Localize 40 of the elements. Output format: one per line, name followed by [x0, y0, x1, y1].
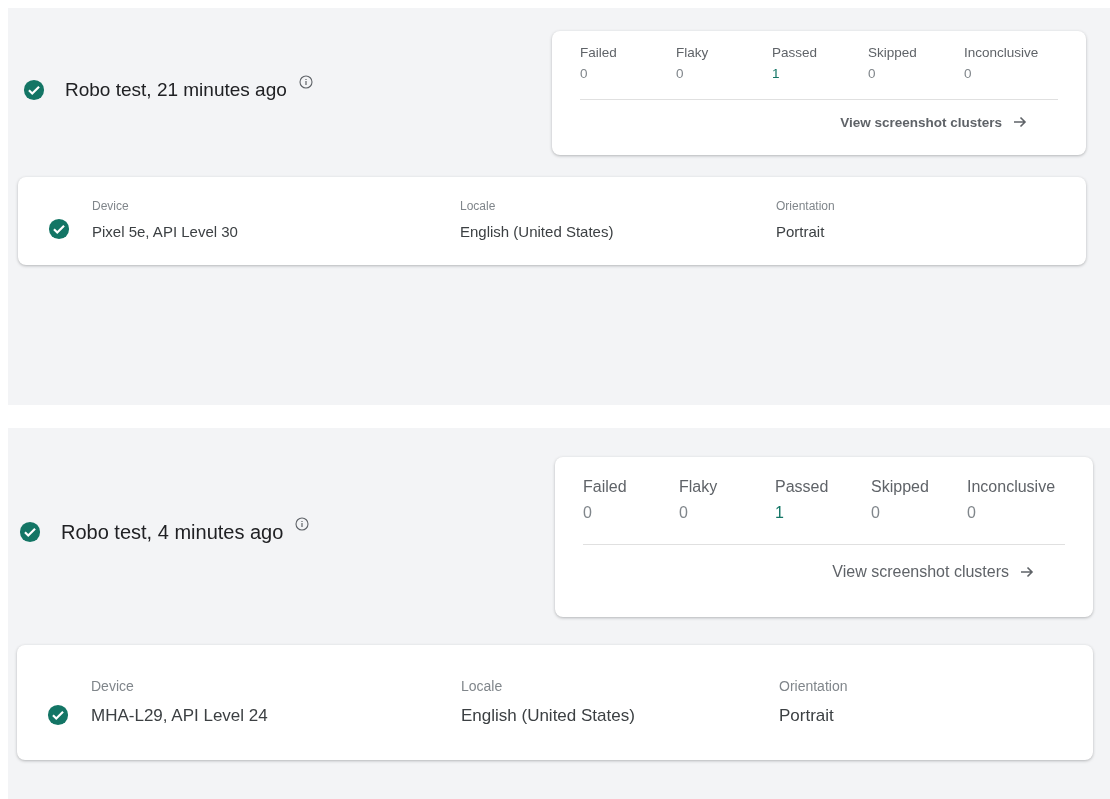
- counter-label: Passed: [775, 478, 830, 496]
- counter-label: Inconclusive: [964, 45, 1040, 60]
- counter-label: Failed: [583, 478, 628, 496]
- info-icon: [298, 75, 313, 89]
- column-value: English (United States): [461, 706, 636, 726]
- column-label: Orientation: [779, 678, 849, 694]
- view-screenshot-clusters-link[interactable]: View screenshot clusters: [832, 563, 1035, 581]
- column-label: Locale: [460, 199, 497, 213]
- counter-label: Flaky: [679, 478, 719, 496]
- column-value: English (United States): [460, 223, 615, 240]
- column-label: Device: [91, 678, 135, 694]
- view-screenshot-clusters-link[interactable]: View screenshot clusters: [840, 114, 1028, 130]
- counter-label: Skipped: [868, 45, 918, 60]
- column-label: Device: [92, 199, 130, 213]
- counter-value: 0: [964, 66, 973, 81]
- column-label: Orientation: [776, 199, 836, 213]
- test-run-title: Robo test, 21 minutes ago: [65, 79, 287, 101]
- column-value: Pixel 5e, API Level 30: [92, 223, 239, 240]
- counter-value: 0: [679, 504, 689, 522]
- counter-value: 0: [580, 66, 589, 81]
- counter-label: Passed: [772, 45, 819, 60]
- arrow-right-icon: [1019, 564, 1035, 580]
- test-run-title: Robo test, 4 minutes ago: [61, 520, 284, 544]
- column-label: Locale: [461, 678, 504, 694]
- counter-label: Inconclusive: [967, 478, 1057, 496]
- counter-value: 0: [676, 66, 685, 81]
- counter-label: Flaky: [676, 45, 710, 60]
- counter-label: Failed: [580, 45, 618, 60]
- counter-value: 0: [868, 66, 877, 81]
- info-icon: [295, 516, 310, 531]
- arrow-right-icon: [1012, 114, 1028, 130]
- column-value: Portrait: [776, 223, 826, 240]
- counter-label: Skipped: [871, 478, 930, 496]
- column-value: Portrait: [779, 706, 835, 726]
- counter-value: 0: [967, 504, 977, 522]
- counter-value: 0: [871, 504, 881, 522]
- counter-value: 1: [772, 66, 781, 81]
- counter-value: 1: [775, 504, 785, 522]
- column-value: MHA-L29, API Level 24: [91, 706, 269, 726]
- counter-value: 0: [583, 504, 593, 522]
